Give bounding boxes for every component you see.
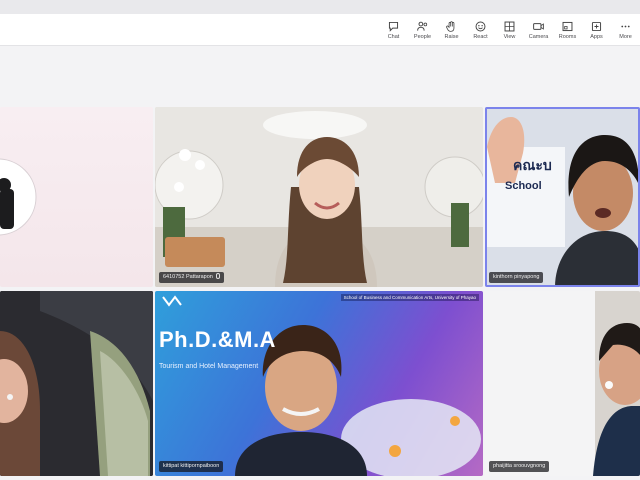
participant-tile-6[interactable]: phaijitta sroouvgnong	[485, 291, 640, 476]
view-icon	[504, 21, 515, 32]
view-button[interactable]: View	[495, 14, 524, 46]
raise-hand-button[interactable]: Raise	[437, 14, 466, 46]
participant-name-tag: 6410752 Pattarapon	[159, 272, 224, 283]
window-top-strip	[0, 0, 640, 14]
rooms-button[interactable]: Rooms	[553, 14, 582, 46]
participant-video-2	[155, 107, 483, 287]
mic-icon	[215, 273, 220, 279]
participant-tile-1[interactable]	[0, 107, 153, 287]
more-icon	[621, 25, 630, 28]
chat-icon	[388, 21, 399, 32]
participant-name-tag: phaijitta sroouvgnong	[489, 461, 550, 472]
chat-button[interactable]: Chat	[379, 14, 408, 46]
raise-hand-icon	[446, 20, 455, 32]
participant-tile-3-active-speaker[interactable]: คณะบ School kinthorn pinyapong	[485, 107, 640, 287]
people-button[interactable]: People	[408, 14, 437, 46]
react-button[interactable]: React	[466, 14, 495, 46]
participant-video-3	[485, 107, 640, 287]
meeting-toolbar: Chat People Raise React View Camera Room…	[0, 14, 640, 46]
apps-icon	[591, 21, 602, 31]
participant-video-5	[162, 295, 481, 476]
camera-button[interactable]: Camera	[524, 14, 553, 46]
more-button[interactable]: More	[611, 14, 640, 46]
camera-icon	[533, 22, 544, 30]
people-icon	[417, 21, 428, 31]
background-sign-text: School	[505, 180, 542, 192]
participant-video-4	[0, 291, 153, 476]
apps-button[interactable]: Apps	[582, 14, 611, 46]
video-gallery: 6410752 Pattarapon คณะบ School kinthorn …	[0, 47, 640, 480]
participant-tile-2[interactable]: 6410752 Pattarapon	[155, 107, 483, 287]
meeting-controls: Chat People Raise React View Camera Room…	[379, 14, 640, 46]
participant-video-6	[485, 291, 640, 476]
participant-video-1	[0, 158, 37, 236]
react-icon	[475, 21, 486, 32]
slide-header-text: School of Business and Communication Art…	[340, 294, 479, 301]
participant-tile-5[interactable]: School of Business and Communication Art…	[155, 291, 483, 476]
slide-title: Ph.D.&M.A	[159, 327, 276, 352]
participant-tile-4[interactable]	[0, 291, 153, 476]
rooms-icon	[562, 21, 573, 31]
background-sign-thai-text: คณะบ	[513, 157, 552, 173]
slide-subtitle: Tourism and Hotel Management	[159, 363, 259, 370]
participant-name-tag: kittipat kittipornpaiboon	[159, 461, 224, 472]
participant-name-tag: kinthorn pinyapong	[489, 272, 544, 283]
